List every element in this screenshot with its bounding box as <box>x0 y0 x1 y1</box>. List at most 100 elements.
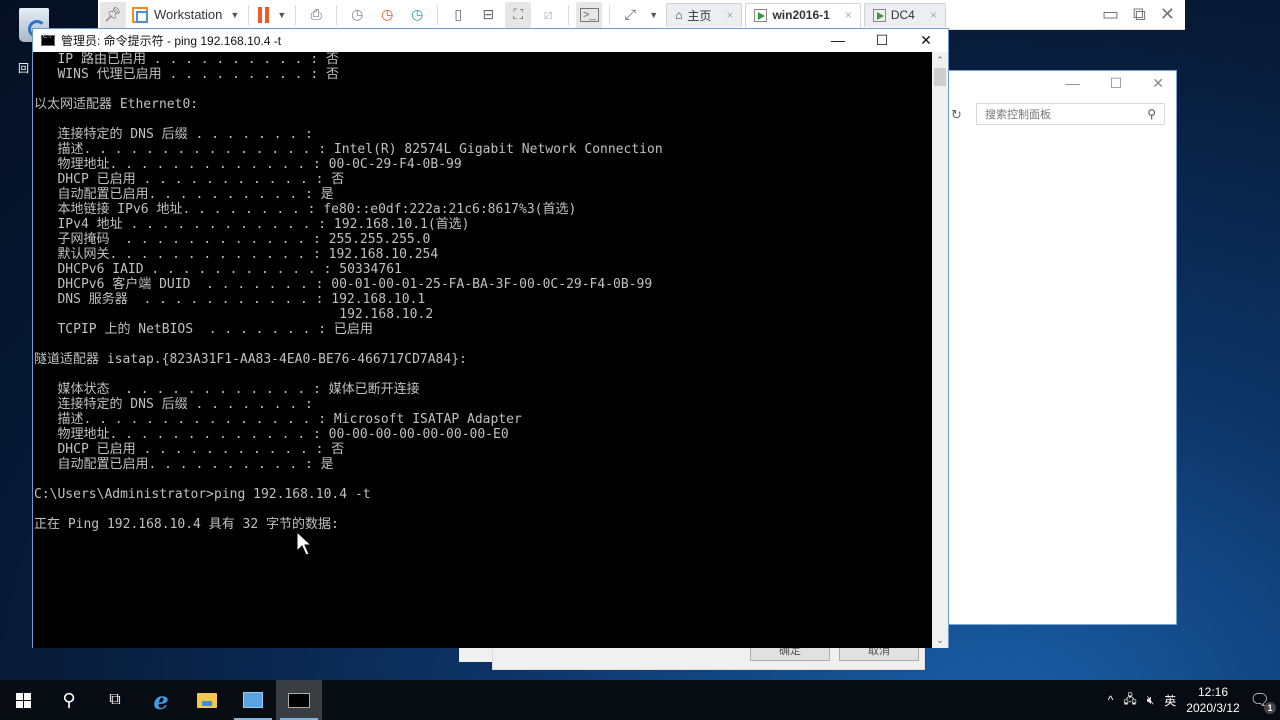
close-button[interactable]: ✕ <box>904 32 948 49</box>
console-line: 物理地址. . . . . . . . . . . . . : 00-0C-29… <box>34 157 462 172</box>
network-warning-icon[interactable]: 🖧︎ <box>1123 690 1136 711</box>
tab-win2016-1[interactable]: win2016-1 × <box>745 2 861 27</box>
minimize-icon[interactable]: ▭ <box>1102 4 1119 25</box>
snapshot-button[interactable]: ◷ <box>344 2 370 28</box>
window-controls: — ☐ ✕ <box>1066 75 1164 92</box>
unity-button[interactable]: ⧄ <box>535 2 561 28</box>
clock[interactable]: 12:16 2020/3/12 <box>1186 684 1239 716</box>
workstation-dropdown-icon[interactable]: ▼ <box>230 10 239 20</box>
power-dropdown-icon[interactable]: ▼ <box>277 10 286 20</box>
mouse-cursor-icon <box>296 531 312 556</box>
scroll-up-icon[interactable]: ⌃ <box>932 52 948 68</box>
thumbnail-bar-icon: ⊟ <box>482 6 495 22</box>
file-explorer-button[interactable] <box>184 680 230 720</box>
vm-icon <box>872 8 886 22</box>
maximize-button[interactable]: ☐ <box>860 32 904 49</box>
console-line: 默认网关. . . . . . . . . . . . . : 192.168.… <box>34 247 439 262</box>
console-line: 自动配置已启用. . . . . . . . . . : 是 <box>34 187 334 202</box>
console-line: DHCP 已启用 . . . . . . . . . . . : 否 <box>34 172 345 187</box>
workstation-menu[interactable]: Workstation <box>154 7 222 22</box>
vm-icon <box>754 8 768 22</box>
console-line: IP 路由已启用 . . . . . . . . . . : 否 <box>34 52 339 67</box>
console-text: IP 路由已启用 . . . . . . . . . . : 否 WINS 代理… <box>33 52 933 532</box>
close-icon[interactable]: ✕ <box>1160 4 1175 25</box>
minimize-icon[interactable]: — <box>1066 75 1080 92</box>
taskbar: ⚲ ⧉ e ^ 🖧︎ 🔇︎ 英 12:16 2020/3/12 🗨︎ 1 <box>0 680 1280 720</box>
toolbar-divider <box>437 4 439 25</box>
toolbar-divider <box>568 4 570 25</box>
vmware-toolbar: 📌︎ Workstation ▼ ▼ ⎙ ◷ ◷ ◷ ▯ ⊟ ⛶ ⧄ >_ ⤢ … <box>98 0 1185 30</box>
console-line: 描述. . . . . . . . . . . . . . . : Micros… <box>34 412 522 427</box>
show-library-button[interactable]: ▯ <box>445 2 471 28</box>
tab-dc4[interactable]: DC4 × <box>863 2 946 27</box>
control-panel-icon <box>243 692 263 708</box>
toolbar-divider <box>336 4 338 25</box>
show-hidden-icons-chevron-icon[interactable]: ^ <box>1108 693 1114 707</box>
console-line: 连接特定的 DNS 后缀 . . . . . . . : <box>34 127 313 142</box>
restore-icon[interactable]: ⧉ <box>1133 4 1146 25</box>
internet-explorer-button[interactable]: e <box>138 680 184 720</box>
cmd-icon <box>288 692 310 708</box>
close-icon[interactable]: ✕ <box>1152 75 1164 92</box>
action-center-button[interactable]: 🗨︎ 1 <box>1250 690 1276 714</box>
toolbar-divider <box>609 4 611 25</box>
close-tab-icon[interactable]: × <box>845 8 852 22</box>
vertical-scrollbar[interactable]: ⌃ ⌄ <box>932 52 948 648</box>
start-button[interactable] <box>0 680 46 720</box>
command-prompt-window: 管理员: 命令提示符 - ping 192.168.10.4 -t — ☐ ✕ … <box>32 28 949 648</box>
vmware-window-controls: ▭ ⧉ ✕ <box>1102 4 1185 25</box>
system-tray: ^ 🖧︎ 🔇︎ 英 12:16 2020/3/12 🗨︎ 1 <box>1108 684 1280 716</box>
console-line: 本地链接 IPv6 地址. . . . . . . . : fe80::e0df… <box>34 202 577 217</box>
snapshot-manager-button[interactable]: ◷ <box>404 2 430 28</box>
toolbar-divider <box>248 4 250 25</box>
console-line: 媒体状态 . . . . . . . . . . . . : 媒体已断开连接 <box>34 382 420 397</box>
windows-logo-icon <box>15 692 31 708</box>
full-screen-button[interactable]: ⛶ <box>505 1 532 28</box>
close-tab-icon[interactable]: × <box>930 8 937 22</box>
search-icon: ⚲ <box>62 689 76 710</box>
show-thumbnail-button[interactable]: ⊟ <box>475 2 501 28</box>
stretch-guest-button[interactable]: ⤢ <box>617 2 643 28</box>
suspend-button[interactable] <box>258 6 270 23</box>
search-icon[interactable]: ⚲ <box>1147 107 1156 121</box>
command-prompt-taskbar-button[interactable] <box>276 680 322 720</box>
tab-home[interactable]: ⌂ 主页 × <box>666 2 743 27</box>
scroll-thumb[interactable] <box>934 68 946 86</box>
console-line: 自动配置已启用. . . . . . . . . . : 是 <box>34 457 334 472</box>
console-line: 正在 Ping 192.168.10.4 具有 32 字节的数据: <box>34 517 339 532</box>
control-panel-taskbar-button[interactable] <box>230 680 276 720</box>
snapshot-icon: ◷ <box>351 6 364 22</box>
task-view-button[interactable]: ⧉ <box>92 680 138 720</box>
maximize-icon[interactable]: ☐ <box>1110 75 1123 92</box>
close-tab-icon[interactable]: × <box>726 8 733 22</box>
pin-toolbar-button[interactable]: 📌︎ <box>100 1 126 28</box>
search-placeholder: 搜索控制面板 <box>985 109 1051 121</box>
title-bar[interactable]: 管理员: 命令提示符 - ping 192.168.10.4 -t — ☐ ✕ <box>33 29 948 51</box>
send-ctrl-alt-del-button[interactable]: ⎙ <box>303 2 329 28</box>
tab-label: DC4 <box>890 8 915 22</box>
scroll-down-icon[interactable]: ⌄ <box>932 632 948 648</box>
console-line: 子网掩码 . . . . . . . . . . . . : 255.255.2… <box>34 232 431 247</box>
console-line: DHCPv6 IAID . . . . . . . . . . . : 5033… <box>34 262 402 277</box>
unity-icon: ⧄ <box>543 6 553 22</box>
console-line: DHCP 已启用 . . . . . . . . . . . : 否 <box>34 442 345 457</box>
console-output[interactable]: IP 路由已启用 . . . . . . . . . . : 否 WINS 代理… <box>33 52 933 648</box>
refresh-icon[interactable]: ↻ <box>951 107 962 123</box>
minimize-button[interactable]: — <box>816 32 860 48</box>
home-icon: ⌂ <box>675 8 683 22</box>
search-button[interactable]: ⚲ <box>46 680 92 720</box>
revert-snapshot-button[interactable]: ◷ <box>374 2 400 28</box>
volume-muted-icon[interactable]: 🔇︎ <box>1147 693 1155 708</box>
window-title: 管理员: 命令提示符 - ping 192.168.10.4 -t <box>61 33 282 48</box>
input-method-indicator[interactable]: 英 <box>1164 692 1176 709</box>
search-control-panel-input[interactable]: 搜索控制面板 ⚲ <box>976 103 1165 125</box>
console-view-button[interactable]: >_ <box>576 1 603 28</box>
console-line: IPv4 地址 . . . . . . . . . . . . : 192.16… <box>34 217 470 232</box>
task-view-icon: ⧉ <box>109 691 121 708</box>
stretch-dropdown-icon[interactable]: ▼ <box>649 10 658 20</box>
vm-tab-bar: ⌂ 主页 × win2016-1 × DC4 × <box>666 2 949 27</box>
